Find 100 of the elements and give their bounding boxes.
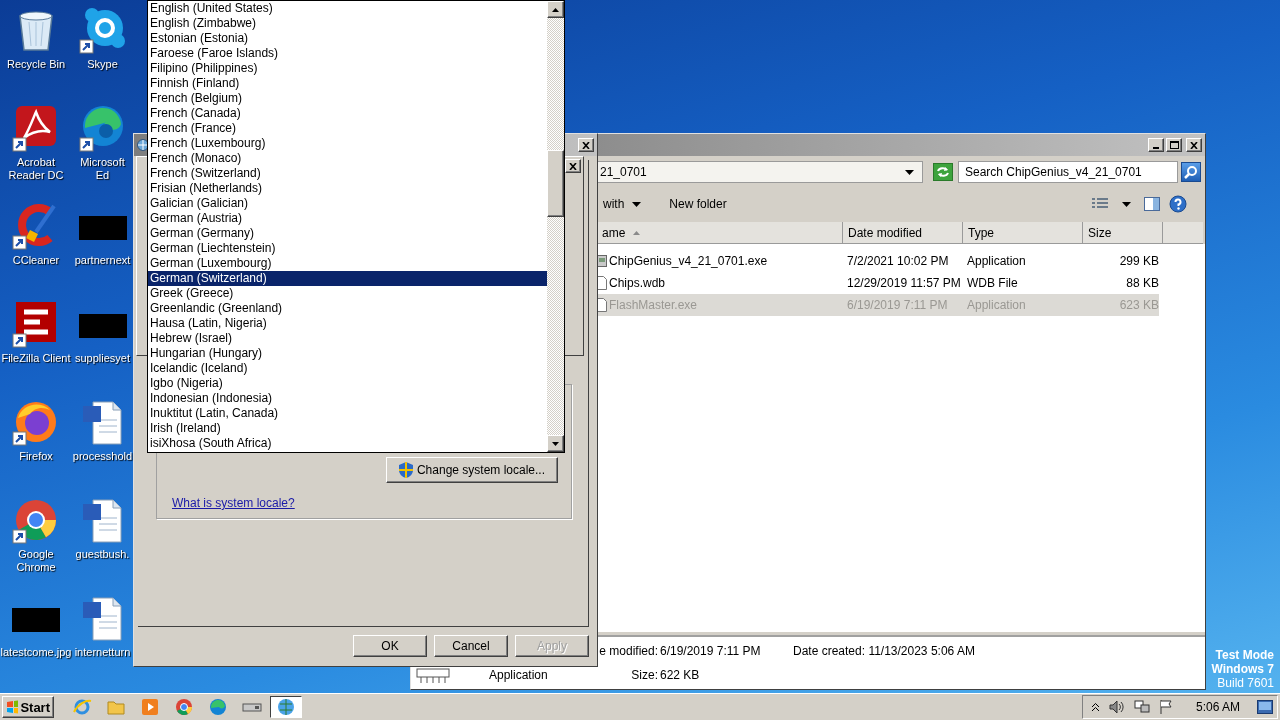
- show-desktop-icon[interactable]: [1257, 700, 1273, 714]
- locale-option[interactable]: Faroese (Faroe Islands): [148, 46, 547, 61]
- sort-arrow-icon: [633, 230, 641, 235]
- desktop-shortcut[interactable]: CCleaner: [0, 196, 72, 267]
- close-button[interactable]: [565, 159, 581, 173]
- toolbar-menu-button[interactable]: with: [599, 194, 646, 214]
- date-cell-text: 6/19/2019 7:11 PM: [846, 298, 949, 312]
- type-cell-text: Application: [966, 298, 1027, 312]
- desktop-shortcut[interactable]: Google Chrome: [0, 490, 72, 574]
- media-player-icon: [140, 697, 160, 717]
- scroll-up-button[interactable]: [547, 1, 564, 18]
- dropdown-caret-icon: [905, 169, 914, 175]
- desktop-shortcut[interactable]: Acrobat Reader DC: [0, 98, 72, 182]
- locale-option[interactable]: English (United States): [148, 1, 547, 16]
- os-notice-text: Build 7601: [1217, 676, 1274, 690]
- caret-icon: [632, 201, 642, 207]
- caret-icon: [1121, 201, 1131, 207]
- locale-option[interactable]: Hausa (Latin, Nigeria): [148, 316, 547, 331]
- detail-label: e modified:: [598, 644, 659, 658]
- locale-option[interactable]: Inuktitut (Latin, Canada): [148, 406, 547, 421]
- desktop-shortcut[interactable]: Microsoft Ed: [72, 98, 133, 182]
- locale-option[interactable]: French (Monaco): [148, 151, 547, 166]
- shield-icon: [398, 462, 413, 478]
- preview-pane-icon: [1144, 197, 1160, 211]
- address-field[interactable]: 21_0701: [597, 161, 923, 183]
- type-cell-text: Application: [966, 254, 1027, 268]
- locale-option[interactable]: Finnish (Finland): [148, 76, 547, 91]
- maximize-button[interactable]: [1166, 138, 1182, 152]
- locale-option[interactable]: German (Austria): [148, 211, 547, 226]
- speaker-icon[interactable]: [1108, 700, 1125, 714]
- maximize-icon: [1169, 141, 1179, 149]
- locale-option[interactable]: Greenlandic (Greenland): [148, 301, 547, 316]
- desktop-shortcut[interactable]: Recycle Bin: [0, 0, 72, 71]
- locale-option[interactable]: German (Luxembourg): [148, 256, 547, 271]
- taskbar-button[interactable]: [270, 696, 302, 718]
- locale-option[interactable]: Frisian (Netherlands): [148, 181, 547, 196]
- file-name-cell: Chips.wdb: [597, 276, 842, 290]
- desktop-shortcut[interactable]: guestbush.: [72, 490, 133, 561]
- start-button[interactable]: Start: [2, 696, 54, 718]
- locale-option[interactable]: Igbo (Nigeria): [148, 376, 547, 391]
- help-link[interactable]: What is system locale?: [172, 496, 295, 510]
- desktop-shortcut[interactable]: internetturn: [72, 588, 133, 659]
- locale-option[interactable]: Indonesian (Indonesia): [148, 391, 547, 406]
- search-field[interactable]: Search ChipGenius_v4_21_0701: [958, 161, 1178, 183]
- desktop-shortcut[interactable]: partnernext: [72, 196, 133, 267]
- refresh-icon: [936, 166, 950, 178]
- detail-label: Size:: [630, 668, 659, 682]
- search-button[interactable]: [1181, 162, 1201, 182]
- locale-option[interactable]: French (France): [148, 121, 547, 136]
- locale-option[interactable]: French (Belgium): [148, 91, 547, 106]
- file-row[interactable]: Chips.wdb 12/29/2019 11:57 PM WDB File 88 KB: [597, 272, 1159, 294]
- locale-option[interactable]: Estonian (Estonia): [148, 31, 547, 46]
- scrollbar[interactable]: [547, 1, 564, 452]
- locale-option[interactable]: isiXhosa (South Africa): [148, 436, 547, 451]
- browser-icon: [174, 697, 194, 717]
- locale-option[interactable]: English (Zimbabwe): [148, 16, 547, 31]
- desktop-shortcut[interactable]: FileZilla Client: [0, 294, 72, 365]
- desktop-shortcut[interactable]: Firefox: [0, 392, 72, 463]
- locale-option[interactable]: Hungarian (Hungary): [148, 346, 547, 361]
- clock-text[interactable]: 5:06 AM: [1195, 700, 1240, 714]
- globe-icon: [276, 697, 296, 717]
- desktop-shortcut[interactable]: suppliesyet: [72, 294, 133, 365]
- locale-option[interactable]: Greek (Greece): [148, 286, 547, 301]
- down-arrow-icon: [552, 441, 559, 446]
- locale-option[interactable]: French (Switzerland): [148, 166, 547, 181]
- locale-option[interactable]: French (Luxembourg): [148, 136, 547, 151]
- detail-label: Date created: 11/13/2023 5:06 AM: [793, 644, 976, 658]
- windows-logo-icon: [6, 700, 19, 714]
- desktop-shortcut[interactable]: Skype: [72, 0, 133, 71]
- scroll-down-button[interactable]: [547, 435, 564, 452]
- locale-option[interactable]: Galician (Galician): [148, 196, 547, 211]
- minimize-button[interactable]: [1148, 138, 1164, 152]
- size-cell-text: 623 KB: [1118, 298, 1159, 312]
- locale-option[interactable]: German (Switzerland): [148, 271, 547, 286]
- close-button[interactable]: [1186, 138, 1202, 152]
- locale-option[interactable]: German (Liechtenstein): [148, 241, 547, 256]
- change-locale-button[interactable]: Change system locale...: [385, 457, 558, 483]
- locale-option[interactable]: Irish (Ireland): [148, 421, 547, 436]
- chevron-up-icon[interactable]: [1090, 702, 1100, 712]
- dialog-button[interactable]: OK: [353, 635, 427, 657]
- refresh-button[interactable]: [933, 163, 953, 181]
- locale-option[interactable]: Filipino (Philippines): [148, 61, 547, 76]
- desktop-shortcut[interactable]: processhold: [72, 392, 133, 463]
- details-view-icon: [1092, 198, 1108, 210]
- browser-icon: [208, 697, 228, 717]
- type-cell-text: WDB File: [966, 276, 1019, 290]
- desktop-shortcut[interactable]: latestcome.jpg: [0, 588, 72, 659]
- close-button[interactable]: [578, 138, 594, 152]
- locale-option[interactable]: Icelandic (Iceland): [148, 361, 547, 376]
- locale-option[interactable]: French (Canada): [148, 106, 547, 121]
- close-icon: [582, 141, 590, 149]
- locale-option[interactable]: Hebrew (Israel): [148, 331, 547, 346]
- dialog-button[interactable]: Cancel: [434, 635, 508, 657]
- detail-value: 6/19/2019 7:11 PM: [660, 644, 762, 658]
- new-folder-button[interactable]: New folder: [665, 194, 731, 214]
- scroll-thumb[interactable]: [547, 150, 564, 217]
- os-notice-text: Test Mode: [1215, 648, 1274, 662]
- flag-icon[interactable]: [1158, 700, 1173, 714]
- network-icon[interactable]: [1133, 700, 1150, 714]
- locale-option[interactable]: German (Germany): [148, 226, 547, 241]
